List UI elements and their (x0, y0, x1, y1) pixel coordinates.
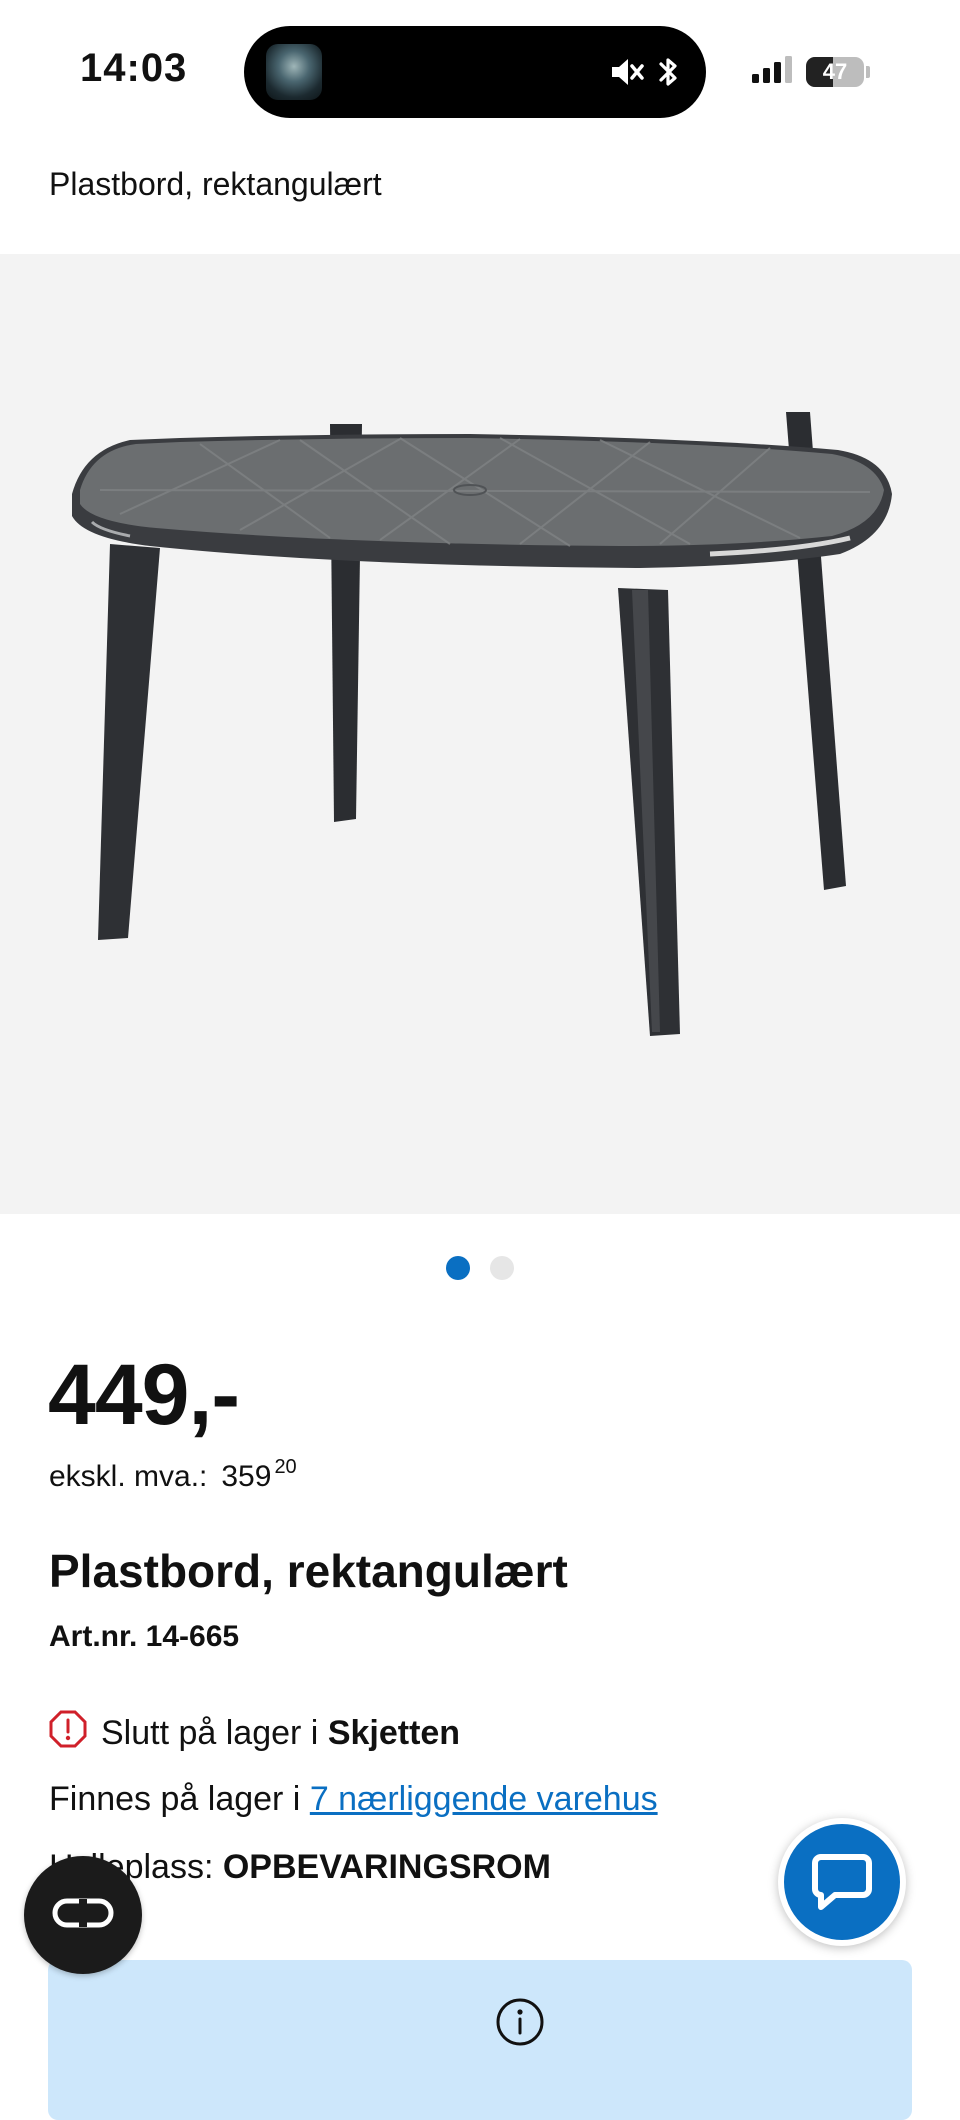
plastic-table-image (72, 412, 892, 1036)
cellular-signal-icon (750, 54, 796, 89)
status-bar: 14:03 47 (0, 0, 960, 140)
price-ex-vat-label: ekskl. mva.: (49, 1460, 208, 1493)
nearby-stores-link[interactable]: 7 nærliggende varehus (310, 1780, 658, 1818)
status-time: 14:03 (80, 46, 188, 90)
mute-icon (606, 52, 646, 97)
gallery-dot-1[interactable] (446, 1256, 470, 1280)
shelf-value: OPBEVARINGSROM (222, 1848, 551, 1886)
nearby-stock-text: Finnes på lager i (49, 1780, 301, 1818)
gallery-dot-2[interactable] (490, 1256, 514, 1280)
product-image-gallery[interactable] (0, 254, 960, 1214)
battery-icon: 47 (806, 56, 864, 87)
gallery-pagination (0, 1256, 960, 1280)
alert-octagon-icon (49, 1710, 87, 1757)
dynamic-island[interactable] (244, 26, 706, 118)
product-title: Plastbord, rektangulært (49, 1545, 568, 1597)
page-title: Plastbord, rektangulært (49, 166, 382, 202)
out-of-stock-text: Slutt på lager i (101, 1714, 319, 1752)
bluetooth-icon (654, 52, 682, 97)
nearby-stock: Finnes på lager i 7 nærliggende varehus (49, 1780, 658, 1819)
battery-level: 47 (822, 58, 848, 84)
price-ex-vat: ekskl. mva.: 359 20 (49, 1456, 297, 1494)
price: 449,- (48, 1347, 240, 1443)
chat-button[interactable] (778, 1818, 906, 1946)
battery-tip (866, 65, 870, 78)
info-icon (494, 1996, 546, 2053)
store-name: Skjetten (327, 1714, 461, 1752)
price-ex-vat-cents: 20 (274, 1456, 297, 1478)
chat-bubble-icon (807, 1845, 877, 1920)
article-number: Art.nr. 14-665 (49, 1620, 240, 1653)
floating-link-button[interactable] (24, 1856, 142, 1974)
info-box (48, 1960, 912, 2120)
link-icon (51, 1893, 115, 1938)
out-of-stock-status: Slutt på lager i Skjetten (49, 1710, 460, 1757)
now-playing-artwork (266, 44, 322, 100)
price-ex-vat-whole: 359 (221, 1460, 272, 1493)
